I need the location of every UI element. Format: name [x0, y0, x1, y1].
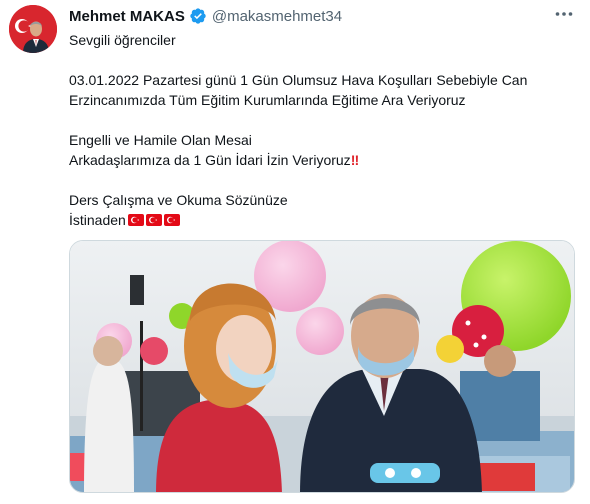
tweet-text: Sevgili öğrenciler 03.01.2022 Pazartesi …: [69, 30, 579, 230]
more-options-icon: [555, 12, 573, 16]
tweet-line: Sevgili öğrenciler: [69, 32, 176, 48]
verified-badge-icon: [189, 7, 207, 25]
double-exclamation-emoji: ‼: [350, 152, 360, 168]
classroom-photo: [70, 241, 574, 492]
tweet-line: 03.01.2022 Pazartesi günü 1 Gün Olumsuz …: [69, 72, 528, 88]
author-handle[interactable]: @makasmehmet34: [212, 8, 342, 25]
tweet-line: Erzincanımızda Tüm Eğitim Kurumlarında E…: [69, 92, 466, 108]
tweet-line-text: Arkadaşlarımıza da 1 Gün İdari İzin Veri…: [69, 152, 351, 168]
tweet-header: Mehmet MAKAS @makasmehmet34: [69, 6, 342, 26]
tweet-line: Engelli ve Hamile Olan Mesai: [69, 132, 252, 148]
tweet: Mehmet MAKAS @makasmehmet34 Sevgili öğre…: [0, 0, 590, 504]
author-avatar[interactable]: [9, 5, 57, 53]
tweet-line-with-emoji: Arkadaşlarımıza da 1 Gün İdari İzin Veri…: [69, 150, 579, 170]
turkey-flag-icon: [127, 214, 144, 226]
tweet-media-video[interactable]: [69, 240, 575, 493]
tweet-line: Ders Çalışma ve Okuma Sözünüze: [69, 192, 288, 208]
turkey-flag-icon: [145, 214, 162, 226]
avatar-image: [9, 5, 57, 53]
more-options-button[interactable]: [552, 4, 576, 24]
author-display-name[interactable]: Mehmet MAKAS: [69, 8, 185, 25]
turkey-flag-icon: [163, 214, 180, 226]
tweet-line-with-flags: İstinaden: [69, 210, 579, 230]
tweet-line-text: İstinaden: [69, 212, 126, 228]
flag-emoji-group: [126, 212, 180, 228]
